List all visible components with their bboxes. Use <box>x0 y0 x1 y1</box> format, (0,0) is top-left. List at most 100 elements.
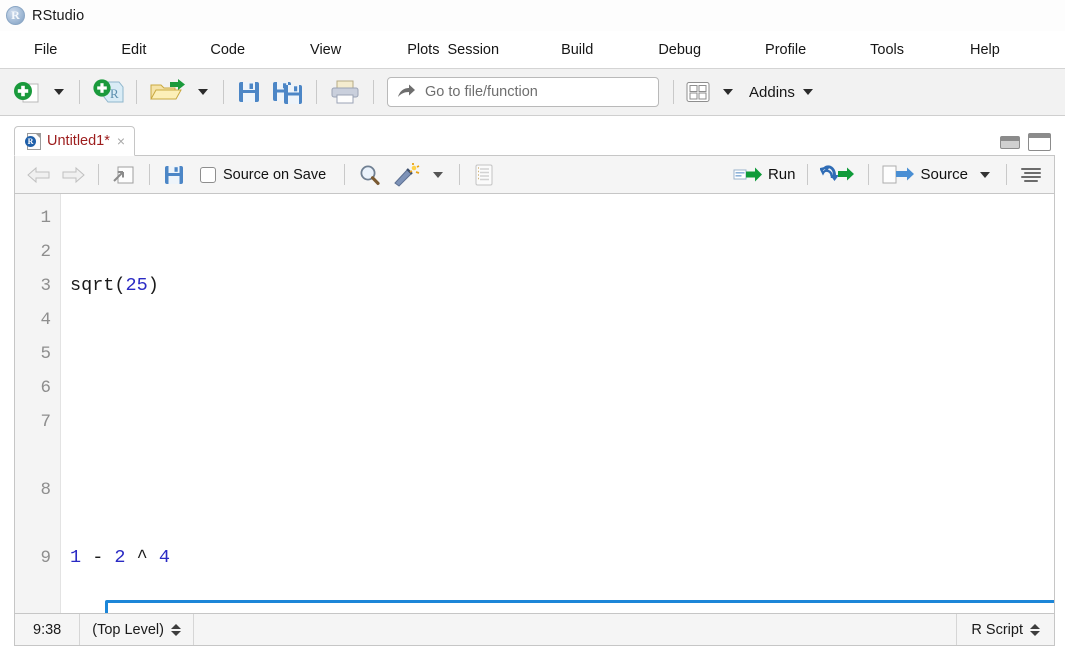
line-number: 4 <box>40 310 51 330</box>
open-file-button[interactable] <box>144 76 190 108</box>
chevron-down-icon <box>198 89 208 95</box>
editor-divider-7 <box>1006 164 1007 185</box>
source-on-save-label: Source on Save <box>223 166 327 183</box>
open-file-dropdown[interactable] <box>190 76 216 108</box>
editor-status-bar: 9:38 (Top Level) R Script <box>14 614 1055 646</box>
run-label: Run <box>767 166 796 183</box>
menu-debug[interactable]: Debug <box>654 39 705 61</box>
code-token-4: 4 <box>158 547 170 568</box>
source-label: Source <box>920 166 968 183</box>
line-number: 8 <box>40 480 51 500</box>
save-all-button[interactable] <box>267 76 309 108</box>
chevron-down-icon <box>723 89 733 95</box>
chevron-down-icon <box>433 171 444 178</box>
source-pane: R Untitled1* × Source on Save Run Source… <box>14 122 1055 654</box>
editor-divider-1 <box>98 164 99 185</box>
chevron-down-icon <box>980 171 990 178</box>
maximize-pane-icon[interactable] <box>1028 133 1051 151</box>
editor-divider-5 <box>807 164 809 185</box>
chevron-down-icon <box>802 89 813 95</box>
editor-divider-4 <box>459 164 461 185</box>
cursor-position-indicator: 9:38 <box>15 614 81 645</box>
window-title: RStudio <box>32 7 85 24</box>
toolbar-divider-6 <box>673 80 674 104</box>
menu-tools[interactable]: Tools <box>866 39 908 61</box>
workspace-panes-dropdown[interactable] <box>715 76 741 108</box>
rerun-button[interactable] <box>816 161 860 189</box>
new-file-dropdown[interactable] <box>46 76 72 108</box>
scope-updown-icon <box>170 623 181 636</box>
line-number: 2 <box>40 242 51 262</box>
svg-text:R: R <box>110 86 119 101</box>
menu-file[interactable]: File <box>30 39 61 61</box>
code-line-3: 1 - 2 ^ 4 <box>70 541 1054 575</box>
code-editor[interactable]: 1 2 3 4 5 6 7 8 9 sqrt(25) 1 - 2 ^ 4 ?pl… <box>14 194 1055 614</box>
code-line-1: sqrt(25) <box>70 269 1054 303</box>
r-script-file-icon: R <box>25 132 41 150</box>
editor-tab-untitled1[interactable]: R Untitled1* × <box>14 126 136 156</box>
rstudio-logo-icon: R <box>6 6 25 25</box>
save-document-button[interactable] <box>158 161 190 189</box>
goto-file-function-input[interactable]: Go to file/function <box>387 77 659 107</box>
chevron-down-icon <box>54 89 64 95</box>
document-outline-button[interactable] <box>1015 161 1047 189</box>
code-text-content[interactable]: sqrt(25) 1 - 2 ^ 4 ?plot ## Simple quant… <box>61 194 1054 613</box>
addins-label[interactable]: Addins <box>749 84 795 101</box>
code-token-sqrt: sqrt <box>70 275 115 296</box>
workspace-panes-button[interactable] <box>681 76 715 108</box>
line-number: 9 <box>40 548 51 568</box>
pane-bottom-padding <box>14 646 1055 654</box>
line-number: 6 <box>40 378 51 398</box>
code-token-minus: - <box>81 547 115 568</box>
line-number-gutter: 1 2 3 4 5 6 7 8 9 <box>15 194 61 613</box>
window-title-bar: R RStudio <box>0 0 1065 31</box>
line-number: 5 <box>40 344 51 364</box>
file-type-updown-icon <box>1030 623 1040 636</box>
menu-edit[interactable]: Edit <box>117 39 150 61</box>
print-button[interactable] <box>324 76 366 108</box>
show-in-new-window-button[interactable] <box>107 161 141 189</box>
code-tools-button[interactable] <box>387 161 425 189</box>
menu-profile[interactable]: Profile <box>761 39 810 61</box>
code-token-2: 2 <box>114 547 126 568</box>
menu-build[interactable]: Build <box>557 39 597 61</box>
editor-divider-3 <box>344 164 346 185</box>
line-number: 1 <box>40 208 51 228</box>
menu-help[interactable]: Help <box>966 39 1004 61</box>
menu-plots[interactable]: Plots <box>403 39 443 61</box>
new-project-button[interactable]: R <box>87 76 129 108</box>
file-type-selector[interactable]: R Script <box>956 614 1054 645</box>
menu-view[interactable]: View <box>306 39 345 61</box>
editor-divider-6 <box>868 164 870 185</box>
main-toolbar: R Go to file/function Addins <box>0 69 1065 116</box>
compile-report-button[interactable] <box>468 161 500 189</box>
scope-selector[interactable]: (Top Level) <box>80 614 194 645</box>
addins-dropdown[interactable] <box>795 76 821 108</box>
close-icon[interactable]: × <box>117 134 125 148</box>
checkbox-icon <box>200 166 216 183</box>
code-tools-dropdown[interactable] <box>425 161 451 189</box>
rstudio-window: R RStudio File Edit Code View Plots Sess… <box>0 0 1065 654</box>
code-token-25: 25 <box>125 275 148 296</box>
forward-button[interactable] <box>56 161 90 189</box>
toolbar-divider-1 <box>79 80 80 104</box>
goto-arrow-icon <box>398 84 415 97</box>
selection-highlight-box <box>105 600 1054 613</box>
editor-toolbar: Source on Save Run Source <box>14 156 1055 194</box>
source-on-save-checkbox[interactable]: Source on Save <box>196 161 330 189</box>
new-file-button[interactable] <box>8 76 46 108</box>
find-replace-button[interactable] <box>353 161 387 189</box>
menu-code[interactable]: Code <box>206 39 249 61</box>
toolbar-divider-4 <box>316 80 317 104</box>
back-button[interactable] <box>22 161 56 189</box>
menu-session[interactable]: Session <box>443 39 503 61</box>
run-button[interactable]: Run <box>729 161 800 189</box>
line-number: 3 <box>40 276 51 296</box>
code-token-caret: ^ <box>125 547 159 568</box>
save-button[interactable] <box>231 76 267 108</box>
line-number: 7 <box>40 412 51 432</box>
source-dropdown[interactable] <box>972 161 998 189</box>
toolbar-divider-2 <box>136 80 137 104</box>
source-button[interactable]: Source <box>877 161 972 189</box>
minimize-pane-icon[interactable] <box>1000 135 1020 149</box>
